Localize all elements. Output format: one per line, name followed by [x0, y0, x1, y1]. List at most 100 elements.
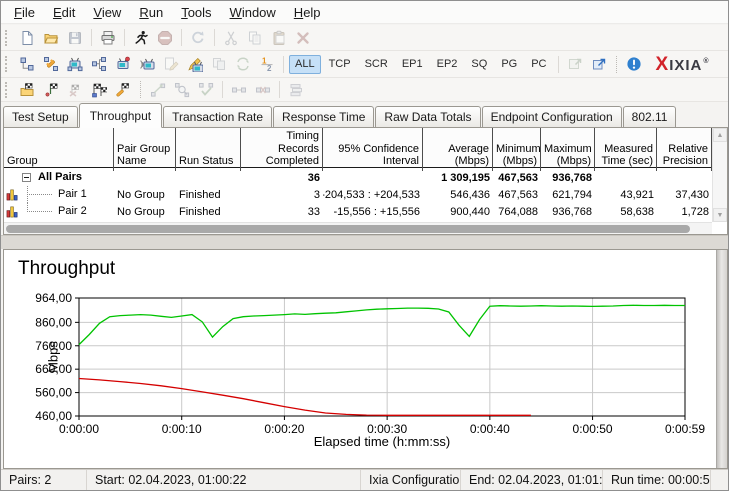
delete-icon [295, 30, 311, 46]
save-test-icon [67, 30, 83, 46]
swap-endpoints-icon [235, 56, 251, 72]
cell-avg: 900,440 [450, 205, 490, 218]
open-test-button[interactable] [40, 27, 62, 49]
add-pair-button[interactable] [16, 53, 38, 75]
column-header-precision[interactable]: Relative Precision [657, 128, 712, 171]
column-header-min[interactable]: Minimum (Mbps) [493, 128, 541, 171]
column-header-ci[interactable]: 95% Confidence Interval [323, 128, 423, 171]
cell-precision: 37,430 [675, 188, 709, 201]
tab-test-setup[interactable]: Test Setup [3, 106, 78, 127]
table-horizontal-scrollbar[interactable] [4, 222, 712, 234]
filter-scr-button[interactable]: SCR [359, 55, 394, 74]
cell-min: 467,563 [498, 171, 538, 184]
cell-max: 936,768 [552, 171, 592, 184]
cell-min: 467,563 [498, 188, 538, 201]
test-options-button[interactable] [40, 79, 62, 101]
column-header-max[interactable]: Maximum (Mbps) [541, 128, 595, 171]
menu-item-view[interactable]: View [84, 3, 130, 22]
toolbar-grip[interactable] [5, 56, 11, 72]
export-results-button [564, 53, 586, 75]
paste-icon [271, 30, 287, 46]
filter-ep2-button[interactable]: EP2 [431, 55, 464, 74]
renumber-pairs-button[interactable]: 12 [256, 53, 278, 75]
new-test-button[interactable] [16, 27, 38, 49]
filter-all-button[interactable]: ALL [289, 54, 321, 74]
edit-hardware-pair-button[interactable] [184, 53, 206, 75]
y-tick-label: 860,00 [35, 315, 72, 329]
cell-max: 936,768 [552, 205, 592, 218]
import-results-button[interactable] [588, 53, 610, 75]
results-folder-button[interactable] [16, 79, 38, 101]
open-test-icon [43, 30, 59, 46]
menu-item-file[interactable]: File [5, 3, 44, 22]
cell-pair_group: No Group [117, 188, 165, 201]
column-header-pair_group[interactable]: Pair Group Name [114, 128, 176, 171]
reload-icon [190, 30, 206, 46]
toolbar-separator [283, 55, 284, 73]
tab-throughput[interactable]: Throughput [78, 103, 163, 128]
table-row-pair-1[interactable]: Pair 1 No Group Finished 3 -204,533 : +204,5… [4, 186, 714, 203]
add-multicast-group-button[interactable] [88, 53, 110, 75]
info-button[interactable] [623, 53, 645, 75]
status-ixia-configuration: Ixia Configuration: [361, 470, 461, 490]
add-hardware-pair-button[interactable] [64, 53, 86, 75]
column-header-records[interactable]: Timing Records Completed [241, 128, 323, 171]
cut-button [220, 27, 242, 49]
filter-pc-button[interactable]: PC [525, 55, 552, 74]
filter-sq-button[interactable]: SQ [465, 55, 493, 74]
menu-item-window[interactable]: Window [221, 3, 285, 22]
add-hardware-video-pair-button[interactable] [112, 53, 134, 75]
ixia-logo-registered-mark: ® [703, 57, 709, 65]
column-header-status[interactable]: Run Status [176, 128, 241, 171]
toolbar-grip[interactable] [5, 29, 11, 46]
paste-button [268, 27, 290, 49]
filter-pg-button[interactable]: PG [495, 55, 523, 74]
cell-min: 764,088 [498, 205, 538, 218]
results-folder-icon [19, 82, 35, 98]
collapse-minus-icon[interactable] [22, 173, 31, 182]
run-test-button[interactable] [130, 27, 152, 49]
menu-item-edit[interactable]: Edit [44, 3, 84, 22]
table-row-pair-2[interactable]: Pair 2 No Group Finished 33 -15,556 : +15,55… [4, 203, 714, 220]
stop-test-icon [157, 30, 173, 46]
filter-ep1-button[interactable]: EP1 [396, 55, 429, 74]
column-header-time[interactable]: Measured Time (sec) [595, 128, 657, 171]
cell-pair_group: No Group [117, 205, 165, 218]
delete-button [292, 27, 314, 49]
column-header-avg[interactable]: Average (Mbps) [423, 128, 493, 171]
column-header-group[interactable]: Group [4, 128, 114, 171]
tab-endpoint-configuration[interactable]: Endpoint Configuration [481, 106, 622, 127]
voip-options-button[interactable] [112, 79, 134, 101]
tab-transaction-rate[interactable]: Transaction Rate [163, 106, 273, 127]
chart-vertical-scrollbar[interactable] [716, 250, 727, 468]
tab-response-time[interactable]: Response Time [273, 106, 375, 127]
cell-time: 43,921 [620, 188, 654, 201]
new-test-icon [19, 30, 35, 46]
scroll-down-arrow-icon[interactable]: ▼ [713, 208, 727, 222]
scroll-up-arrow-icon[interactable]: ▲ [713, 128, 727, 142]
tab-raw-data-totals[interactable]: Raw Data Totals [375, 106, 481, 127]
tree-line [27, 211, 52, 212]
add-video-pair-icon [139, 56, 155, 72]
pane-splitter[interactable] [1, 235, 728, 249]
status-resize-grip [711, 470, 728, 490]
menu-item-tools[interactable]: Tools [172, 3, 220, 22]
menu-item-help[interactable]: Help [285, 3, 330, 22]
swap-endpoints-button [232, 53, 254, 75]
toolbar-grip[interactable] [5, 81, 11, 98]
check-pair-icon [198, 82, 214, 98]
x-tick-label: 0:00:50 [573, 422, 613, 436]
compare-results-button[interactable] [88, 79, 110, 101]
table-row-all-pairs[interactable]: All Pairs 36 1 309,195 467,563 936,768 [4, 169, 714, 186]
tab-802-11[interactable]: 802.11 [622, 106, 677, 127]
menu-item-run[interactable]: Run [130, 3, 172, 22]
add-video-pair-button[interactable] [136, 53, 158, 75]
print-button[interactable] [97, 27, 119, 49]
filter-tcp-button[interactable]: TCP [323, 55, 357, 74]
unlink-endpoints-button [252, 79, 274, 101]
cell-status [176, 169, 241, 186]
status-pairs: Pairs: 2 [1, 470, 87, 490]
add-voip-pair-button[interactable] [40, 53, 62, 75]
table-vertical-scrollbar[interactable]: ▲ ▼ [712, 128, 727, 222]
horizontal-scroll-thumb[interactable] [6, 225, 690, 233]
